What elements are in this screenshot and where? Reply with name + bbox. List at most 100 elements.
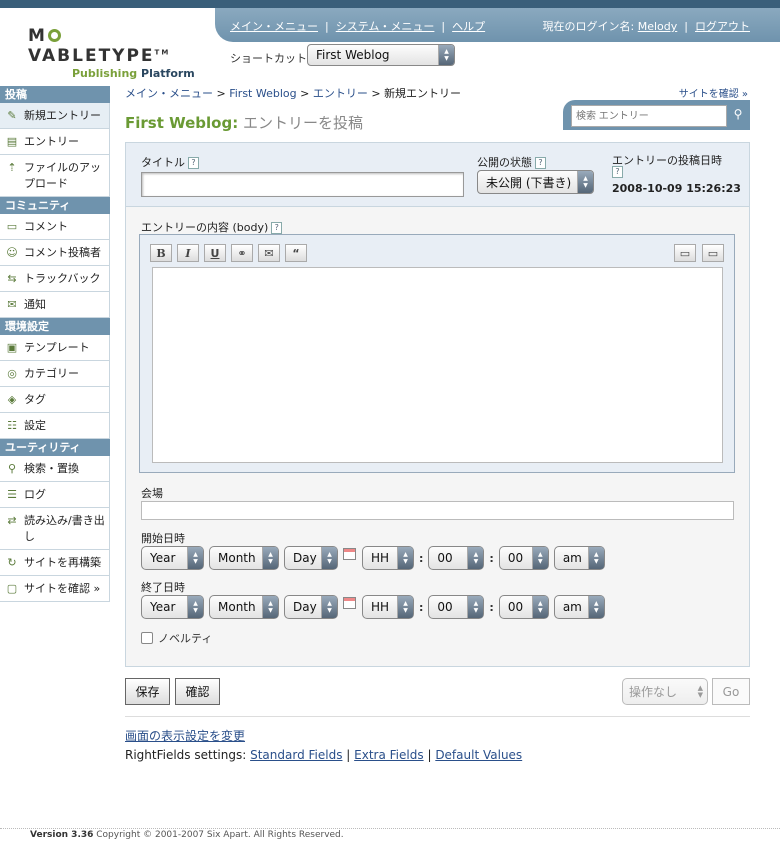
sidebar-item-commenters[interactable]: ☺ コメント投稿者 <box>0 240 110 266</box>
breadcrumb-blog[interactable]: First Weblog <box>229 87 296 100</box>
sidebar-item-trackbacks[interactable]: ⇆ トラックバック <box>0 266 110 292</box>
underline-button[interactable]: U <box>204 244 226 262</box>
end-day-select[interactable]: Day ▲ ▼ <box>284 595 338 619</box>
action-select[interactable]: 操作なし ▲ ▼ <box>622 678 708 705</box>
start-minute-select[interactable]: 00 ▲ ▼ <box>428 546 485 570</box>
body-textarea[interactable] <box>152 267 723 463</box>
rebuild-icon: ↻ <box>7 556 17 569</box>
save-button[interactable]: 保存 <box>125 678 170 705</box>
shortcut-select[interactable]: First Weblog ▲ ▼ <box>307 44 455 66</box>
start-year-select[interactable]: Year ▲ ▼ <box>141 546 204 570</box>
trackback-icon: ⇆ <box>7 272 17 285</box>
title-label: タイトル? <box>141 154 199 170</box>
end-second-select[interactable]: 00 ▲ ▼ <box>498 595 549 619</box>
end-datetime-label: 終了日時 <box>141 581 185 594</box>
sidebar: 投稿 ✎ 新規エントリー ▤ エントリー ⇡ ファイルのアップロード コミュニティ ▭… <box>0 86 110 602</box>
preview-button[interactable]: 確認 <box>175 678 220 705</box>
start-datetime-row: Year ▲ ▼ Month ▲ ▼ Day ▲ ▼ HH ▲ ▼ : 00 ▲ ▼ : 00 ▲ ▼ … <box>141 546 610 570</box>
default-values-link[interactable]: Default Values <box>435 748 522 762</box>
search-icon[interactable]: ⚲ <box>730 106 746 122</box>
venue-label: 会場 <box>141 487 163 500</box>
divider <box>125 716 750 717</box>
start-second-select[interactable]: 00 ▲ ▼ <box>498 546 549 570</box>
category-icon: ◎ <box>7 367 17 380</box>
start-ampm-select[interactable]: am ▲ ▼ <box>553 546 605 570</box>
help-icon[interactable]: ? <box>188 157 199 169</box>
status-select[interactable]: 未公開 (下書き) ▲ ▼ <box>477 170 594 194</box>
end-minute-select[interactable]: 00 ▲ ▼ <box>428 595 485 619</box>
calendar-icon[interactable] <box>343 597 356 609</box>
view-site-link[interactable]: サイトを確認 » <box>679 85 748 100</box>
post-date-value: 2008-10-09 15:26:23 <box>612 182 741 195</box>
sidebar-item-view-site[interactable]: ▢ サイトを確認 » <box>0 576 110 602</box>
search-icon: ⚲ <box>7 462 17 475</box>
italic-button[interactable]: I <box>177 244 199 262</box>
quote-icon[interactable]: “ <box>285 244 307 262</box>
novelty-label: ノベルティ <box>158 632 213 645</box>
sidebar-item-settings[interactable]: ☷ 設定 <box>0 413 110 439</box>
venue-field[interactable] <box>141 501 734 520</box>
sidebar-item-upload[interactable]: ⇡ ファイルのアップロード <box>0 155 110 197</box>
logo[interactable]: MVABLETYPETM Publishing Platform <box>28 26 198 80</box>
login-label: 現在のログイン名: <box>542 20 635 33</box>
mail-icon: ✉ <box>7 298 17 311</box>
start-day-select[interactable]: Day ▲ ▼ <box>284 546 338 570</box>
sidebar-item-new-entry[interactable]: ✎ 新規エントリー <box>0 103 110 129</box>
top-strip <box>0 0 780 8</box>
breadcrumb-entries[interactable]: エントリー <box>313 87 368 100</box>
nav-system-menu[interactable]: システム・メニュー <box>336 20 435 33</box>
logout-link[interactable]: ログアウト <box>695 20 750 33</box>
email-link-icon[interactable]: ✉ <box>258 244 280 262</box>
help-icon[interactable]: ? <box>271 222 283 234</box>
sidebar-item-tags[interactable]: ◈ タグ <box>0 387 110 413</box>
rightfields-settings: RightFields settings: Standard Fields | … <box>125 748 523 762</box>
nav-main-menu[interactable]: メイン・メニュー <box>230 20 318 33</box>
sidebar-item-rebuild[interactable]: ↻ サイトを再構築 <box>0 550 110 576</box>
shortcut-label: ショートカット: <box>230 52 311 65</box>
go-button[interactable]: Go <box>712 678 750 705</box>
start-hour-select[interactable]: HH ▲ ▼ <box>362 546 414 570</box>
breadcrumb-current: 新規エントリー <box>384 87 462 100</box>
sidebar-item-log[interactable]: ☰ ログ <box>0 482 110 508</box>
display-settings-link[interactable]: 画面の表示設定を変更 <box>125 727 245 744</box>
settings-icon: ☷ <box>7 419 17 432</box>
body-editor: B I U ⚭ ✉ “ ▭ ▭ <box>139 234 735 473</box>
help-icon[interactable]: ? <box>612 166 623 178</box>
sidebar-item-categories[interactable]: ◎ カテゴリー <box>0 361 110 387</box>
logo-tagline: Publishing Platform <box>72 67 195 80</box>
calendar-icon[interactable] <box>343 548 356 560</box>
sidebar-item-import-export[interactable]: ⇄ 読み込み/書き出し <box>0 508 110 550</box>
footer: Version 3.36 Copyright © 2001-2007 Six A… <box>30 830 344 840</box>
bold-button[interactable]: B <box>150 244 172 262</box>
sidebar-item-notifications[interactable]: ✉ 通知 <box>0 292 110 318</box>
title-field[interactable] <box>141 172 464 197</box>
sidebar-item-templates[interactable]: ▣ テンプレート <box>0 335 110 361</box>
header: MVABLETYPETM Publishing Platform メイン・メニュ… <box>0 8 780 80</box>
username-link[interactable]: Melody <box>638 20 678 33</box>
extra-fields-link[interactable]: Extra Fields <box>354 748 423 762</box>
insert-file-icon[interactable]: ▭ <box>702 244 724 262</box>
search-box: ⚲ <box>563 100 750 130</box>
standard-fields-link[interactable]: Standard Fields <box>250 748 342 762</box>
start-month-select[interactable]: Month ▲ ▼ <box>209 546 279 570</box>
end-month-select[interactable]: Month ▲ ▼ <box>209 595 279 619</box>
link-icon[interactable]: ⚭ <box>231 244 253 262</box>
sidebar-section-utilities: ユーティリティ <box>0 439 110 456</box>
post-date-label: エントリーの投稿日時 <box>612 154 722 167</box>
novelty-checkbox[interactable] <box>141 632 153 644</box>
tag-icon: ◈ <box>7 393 17 406</box>
search-input[interactable] <box>571 105 727 127</box>
footer-divider <box>0 828 780 829</box>
status-label: 公開の状態? <box>477 154 546 170</box>
breadcrumb-main-menu[interactable]: メイン・メニュー <box>125 87 213 100</box>
end-hour-select[interactable]: HH ▲ ▼ <box>362 595 414 619</box>
insert-image-icon[interactable]: ▭ <box>674 244 696 262</box>
view-site-icon: ▢ <box>6 582 18 595</box>
end-year-select[interactable]: Year ▲ ▼ <box>141 595 204 619</box>
end-ampm-select[interactable]: am ▲ ▼ <box>553 595 605 619</box>
sidebar-item-search-replace[interactable]: ⚲ 検索・置換 <box>0 456 110 482</box>
help-icon[interactable]: ? <box>535 157 546 169</box>
sidebar-item-entries[interactable]: ▤ エントリー <box>0 129 110 155</box>
nav-help[interactable]: ヘルプ <box>452 20 485 33</box>
sidebar-item-comments[interactable]: ▭ コメント <box>0 214 110 240</box>
